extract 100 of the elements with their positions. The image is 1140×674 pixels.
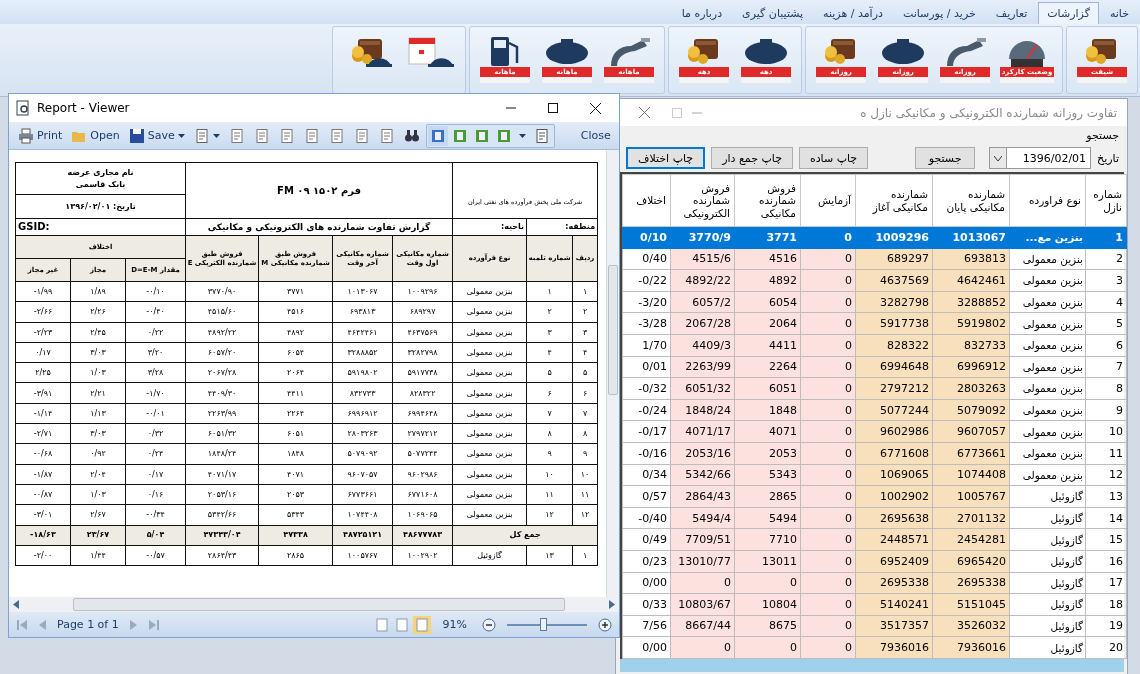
total-label: جمع کل [452,525,598,546]
calendar-helmet-icon [406,35,454,67]
print-button[interactable]: چاپ اختلاف [626,147,706,169]
table-cell: 0 [800,636,856,659]
zoom-out-button[interactable] [479,615,499,634]
slider-thumb[interactable] [540,617,547,631]
date-field[interactable]: 1396/02/01 [1007,147,1092,169]
table-cell: 6994648 [855,356,933,378]
page-view-icon [496,128,511,143]
print-button[interactable]: چاپ ساده [798,147,869,169]
menu-tab[interactable]: گزارشات [1038,2,1099,24]
table-cell: بنزین مع... [1009,226,1086,249]
table-cell: ۲/۲۱ [70,383,126,404]
table-cell: 4516 [734,248,801,270]
table-cell: -3/20 [622,291,671,313]
table-cell: ۰/۹۲ [70,443,126,465]
table-cell: ۸ [572,423,598,444]
table-cell: 5342/66 [670,464,735,486]
minus-icon [482,617,496,632]
table-cell: 8 [1085,377,1127,400]
vertical-scrollbar[interactable] [606,150,619,597]
close-report-button[interactable]: Close [577,127,614,144]
table-cell: ۹۶۰۲۹۸۶ [392,464,453,485]
search-button[interactable]: جستجو [915,147,976,169]
table-cell: 3 [1085,269,1127,292]
table-cell: ۵۰۷۹۰۹۲ [332,443,393,465]
edit-page-icon [278,127,295,144]
table-cell: 6 [1085,334,1127,357]
table-cell: 0 [800,485,856,508]
table-cell: ۴۰۷۱/۱۷ [185,464,259,485]
menu-tab[interactable]: خانه [1100,2,1138,24]
scroll-left-icon [13,600,19,609]
table-cell: 12 [1085,464,1127,486]
table-cell: -0/22 [622,269,671,292]
table-cell: ۳/۰۳ [70,342,126,363]
table-cell: 7709/51 [670,528,735,551]
table-cell: 8675 [734,615,801,637]
table-cell: بنزین معمولی [452,322,527,343]
table-cell: 5077244 [855,399,933,421]
menu-tab[interactable]: خرید / پورسانت [893,2,985,24]
table-cell: ۶۷۷۱۶۰۸ [392,484,453,505]
table-cell: -۰/۶۸ [15,443,71,465]
column-header: فروش شمارنده الکترونیکی [670,174,735,227]
table-cell: 15 [1085,528,1127,551]
table-cell: 4409/3 [670,334,735,357]
last-page-icon [147,618,160,631]
table-cell: -۰/۴۰ [125,301,186,323]
plus-icon [598,617,612,632]
table-cell: ۰/۲۴ [125,443,186,465]
table-cell: -۱/۷۰ [125,383,186,404]
table-cell: 0 [800,593,856,616]
table-cell: 0 [800,399,856,421]
save-button[interactable]: Save [125,125,188,146]
table-cell: ۴ [526,342,573,363]
table-cell: ۵ [572,362,598,383]
table-cell: بنزین معمولی [452,403,527,424]
page-view-icon [452,128,467,143]
table-cell: -۰/۱۰ [125,281,186,302]
table-cell: 10 [1085,420,1127,443]
table-cell: 2448571 [855,528,933,551]
region-label: منطقه: [526,218,598,236]
page-icon [328,127,345,144]
table-cell: 689297 [855,248,933,270]
area-label: ناحیه: [452,218,527,236]
horizontal-scrollbar[interactable] [9,597,619,612]
view-mode-button[interactable] [427,125,448,146]
menu-tab[interactable]: درآمد / هزینه [814,2,892,24]
table-cell: -۳/۹۱ [15,383,71,404]
table-cell: 4642461 [932,269,1010,292]
table-cell: 10803/67 [670,593,735,616]
table-cell: -3/28 [622,312,671,335]
table-cell: ۹ [572,443,598,465]
menu-tab[interactable]: درباره ما [672,2,732,24]
menu-tab[interactable]: پشتیبان گیری [733,2,813,24]
page-indicator: Page 1 of 1 [56,618,120,631]
print-button[interactable]: چاپ جمع دار [711,147,793,169]
table-cell: ۶ [526,383,573,404]
caret-icon [518,133,526,138]
table-cell: 0/10 [622,226,671,249]
table-cell: ۶۹۹۶۹۱۲ [332,403,393,424]
table-cell: ۴۶۳۷۵۶۹ [392,322,453,343]
table-cell: ۴۸۹۲/۲۲ [185,322,259,343]
table-cell: ۱۸۴۸ [258,443,333,465]
table-cell: ۱۸۴۸/۲۴ [185,443,259,465]
table-cell: ۶۹۹۴۶۴۸ [392,403,453,424]
table-cell: ۲/۴۵ [70,322,126,343]
menu-tab[interactable]: تعاریف [986,2,1037,24]
table-cell: ۲ [572,301,598,323]
print-button[interactable]: Print [15,125,66,146]
dealer-label: نام مجاری عرضه [66,167,135,177]
table-cell: بنزین معمولی [452,281,527,302]
table-cell: بنزین معمولی [452,362,527,383]
table-cell: ۳/۲۸ [125,362,186,383]
open-button[interactable]: Open [68,125,123,146]
page-icon [253,127,270,144]
zoom-in-button[interactable] [595,615,615,634]
table-cell: 13010/77 [670,550,735,572]
dropdown-button[interactable] [989,147,1008,169]
table-cell: 6057/2 [670,291,735,313]
table-cell: 4637569 [855,269,933,292]
